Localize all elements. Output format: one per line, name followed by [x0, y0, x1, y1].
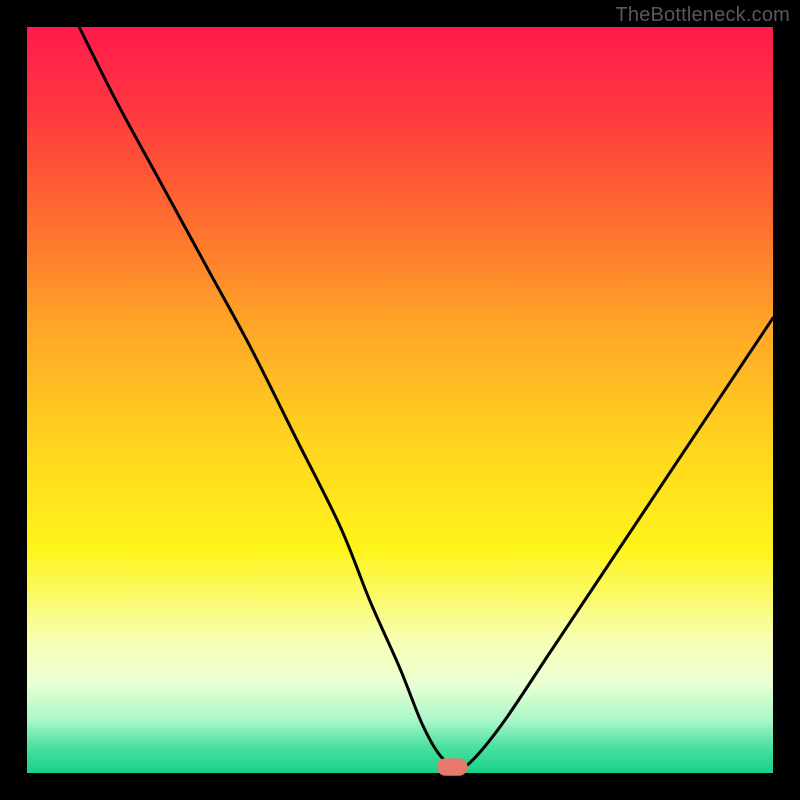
optimal-point-marker [437, 759, 467, 775]
watermark-text: TheBottleneck.com [615, 4, 790, 27]
bottleneck-chart [0, 0, 800, 800]
chart-container: TheBottleneck.com [0, 0, 800, 800]
plot-area [27, 27, 773, 773]
